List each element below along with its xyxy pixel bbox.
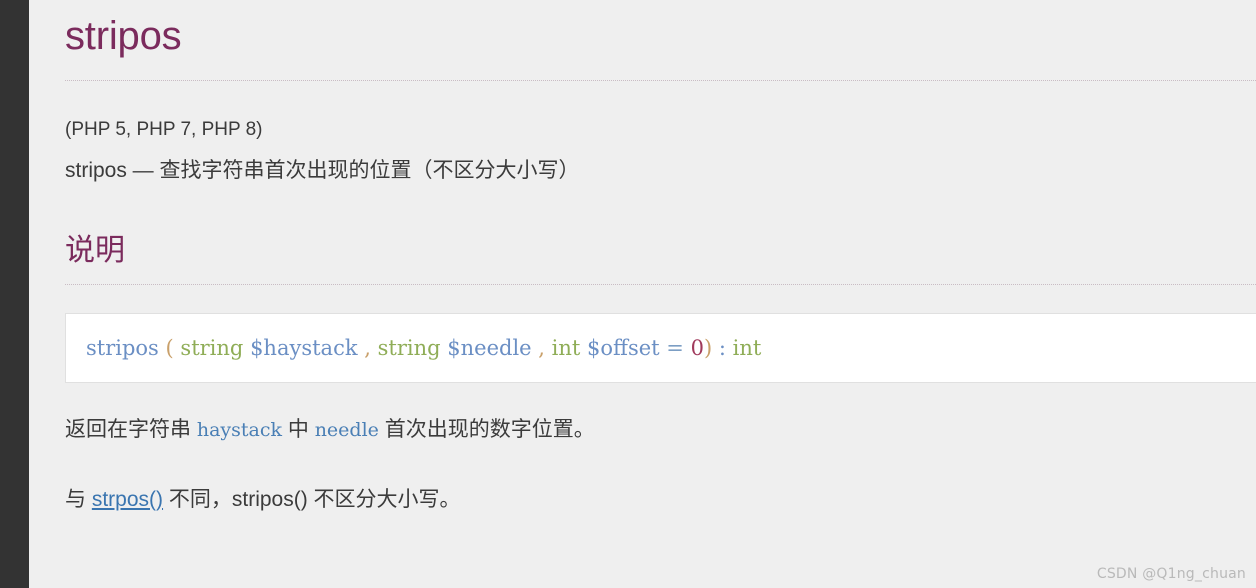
synopsis-separator-2: , bbox=[538, 335, 545, 360]
synopsis-return-colon: : bbox=[718, 335, 726, 360]
synopsis-close-paren: ) bbox=[703, 335, 713, 360]
synopsis-param-type-3: int bbox=[551, 335, 581, 360]
synopsis-param-type-1: string bbox=[180, 335, 244, 360]
synopsis-default-value: 0 bbox=[690, 335, 704, 360]
desc-p2-text-1: 与 bbox=[65, 487, 92, 511]
synopsis-separator-1: , bbox=[364, 335, 371, 360]
function-purpose: stripos — 查找字符串首次出现的位置（不区分大小写） bbox=[65, 158, 580, 182]
csdn-watermark: CSDN @Q1ng_chuan bbox=[1096, 566, 1246, 582]
synopsis-param-type-2: string bbox=[377, 335, 441, 360]
inline-code-haystack: haystack bbox=[196, 419, 283, 442]
synopsis-default-equals: = bbox=[666, 335, 684, 360]
section-divider bbox=[65, 283, 1256, 285]
page-title: stripos bbox=[65, 14, 182, 58]
link-strpos[interactable]: strpos() bbox=[92, 488, 163, 511]
php-version-info: (PHP 5, PHP 7, PHP 8) bbox=[65, 119, 263, 140]
desc-p1-text-3: 首次出现的数字位置。 bbox=[378, 418, 595, 442]
description-paragraph-1: 返回在字符串 haystack 中 needle 首次出现的数字位置。 bbox=[65, 383, 1256, 444]
section-heading-description: 说明 bbox=[65, 233, 125, 267]
document-page: stripos (PHP 5, PHP 7, PHP 8) stripos — … bbox=[29, 0, 1256, 588]
method-synopsis-code-block: stripos ( string $haystack , string $nee… bbox=[65, 312, 1256, 384]
synopsis-method-name: stripos bbox=[86, 335, 159, 360]
synopsis-param-name-2: $needle bbox=[447, 335, 532, 360]
synopsis-param-name-3: $offset bbox=[587, 335, 660, 360]
synopsis-param-name-1: $haystack bbox=[250, 335, 358, 360]
left-dark-rail bbox=[0, 0, 29, 588]
desc-p1-text-1: 返回在字符串 bbox=[65, 418, 197, 442]
content-column: stripos (PHP 5, PHP 7, PHP 8) stripos — … bbox=[29, 0, 1256, 514]
synopsis-return-type: int bbox=[732, 335, 762, 360]
desc-p1-text-2: 中 bbox=[282, 418, 315, 442]
description-paragraph-2: 与 strpos() 不同，stripos() 不区分大小写。 bbox=[65, 445, 1256, 514]
synopsis-open-paren: ( bbox=[165, 335, 174, 360]
inline-code-needle: needle bbox=[314, 419, 379, 442]
desc-p2-text-2: 不同，stripos() 不区分大小写。 bbox=[163, 487, 461, 511]
